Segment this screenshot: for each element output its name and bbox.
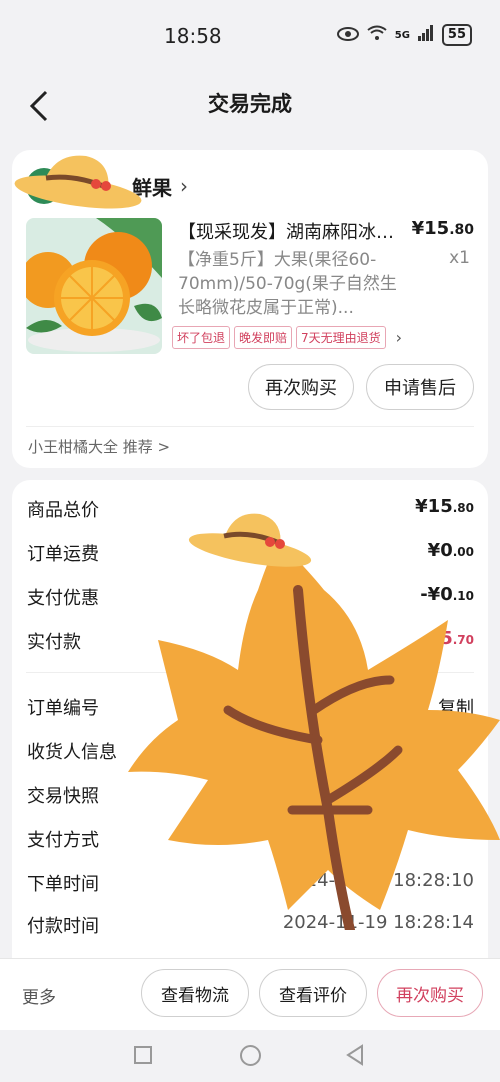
detail-row: 付款时间 2024-11-19 18:28:14 — [27, 912, 474, 942]
product-quantity: x1 — [449, 248, 470, 268]
view-logistics-button[interactable]: 查看物流 — [141, 969, 249, 1017]
order-product-card: 君諾果业 鲜果 › 【现采现发】湖南麻阳冰糖橙 ¥15.80 【净重5斤】大果(… — [12, 150, 488, 468]
recent-apps-icon[interactable] — [134, 1046, 152, 1064]
detail-label: 收货人信息 — [27, 742, 117, 763]
divider — [26, 672, 474, 673]
summary-label: 实付款 — [27, 632, 81, 653]
detail-row: 订单编号 复制 — [27, 694, 474, 724]
detail-row[interactable]: 交易快照 — [27, 782, 474, 812]
shop-avatar: 君諾果业 — [26, 168, 62, 204]
copy-button[interactable]: 复制 — [438, 694, 474, 720]
product-title[interactable]: 【现采现发】湖南麻阳冰糖橙 — [178, 218, 404, 244]
page-title: 交易完成 — [208, 92, 292, 116]
summary-label: 订单运费 — [27, 544, 99, 565]
wifi-icon — [367, 25, 387, 45]
summary-row: 实付款 5.70 — [27, 628, 474, 658]
rebuy-primary-button[interactable]: 再次购买 — [377, 969, 483, 1017]
home-icon[interactable] — [240, 1045, 261, 1066]
network-label: 5G — [394, 29, 410, 41]
order-time: 2024-11-19 18:28:10 — [282, 870, 474, 891]
detail-label: 付款时间 — [27, 916, 99, 937]
detail-row[interactable]: 收货人信息 — [27, 738, 474, 768]
service-tags[interactable]: 坏了包退 晚发即赔 7天无理由退货 › — [172, 326, 402, 349]
detail-label: 订单编号 — [27, 698, 99, 719]
summary-value: ¥0.00 — [427, 540, 474, 561]
detail-label: 交易快照 — [27, 786, 99, 807]
after-sale-button[interactable]: 申请售后 — [366, 364, 474, 410]
order-summary-card: 商品总价 ¥15.80 订单运费 ¥0.00 支付优惠 -¥0.10 实付款 5… — [12, 480, 488, 980]
chevron-right-icon: › — [180, 174, 188, 198]
product-price: ¥15.80 — [411, 218, 474, 239]
detail-row: 下单时间 2024-11-19 18:28:10 — [27, 870, 474, 900]
summary-row: 支付优惠 -¥0.10 — [27, 584, 474, 614]
more-button[interactable]: 更多 — [22, 983, 56, 1008]
payment-time: 2024-11-19 18:28:14 — [282, 912, 474, 933]
detail-label: 支付方式 — [27, 830, 99, 851]
signal-icon — [417, 25, 434, 45]
product-spec: 【净重5斤】大果(果径60-70mm)/50-70g(果子自然生长略微花皮属于正… — [178, 250, 397, 318]
status-time: 18:58 — [164, 24, 222, 48]
summary-row: 订单运费 ¥0.00 — [27, 540, 474, 570]
summary-value: -¥0.10 — [420, 584, 474, 605]
rebuy-button[interactable]: 再次购买 — [248, 364, 354, 410]
service-tag: 晚发即赔 — [234, 326, 293, 349]
product-image[interactable] — [26, 218, 162, 354]
summary-row: 商品总价 ¥15.80 — [27, 496, 474, 526]
summary-label: 支付优惠 — [27, 588, 99, 609]
detail-row: 支付方式 — [27, 826, 474, 856]
summary-label: 商品总价 — [27, 500, 99, 521]
status-bar: 18:58 5G 55 — [0, 0, 500, 72]
eye-icon — [336, 26, 359, 45]
status-icons: 5G 55 — [336, 24, 472, 46]
system-navigation-bar — [0, 1030, 500, 1082]
summary-value: ¥15.80 — [415, 496, 474, 517]
chevron-right-icon: › — [395, 328, 403, 347]
bottom-action-bar: 更多 查看物流 查看评价 再次购买 — [0, 958, 500, 1030]
divider — [26, 426, 474, 427]
recommend-link[interactable]: 小王柑橘大全 推荐 > — [28, 436, 170, 457]
service-tag: 坏了包退 — [172, 326, 231, 349]
battery-icon: 55 — [441, 24, 472, 46]
shop-link[interactable]: 君諾果业 鲜果 › — [26, 168, 188, 204]
view-review-button[interactable]: 查看评价 — [259, 969, 367, 1017]
back-icon[interactable] — [344, 1044, 366, 1070]
service-tag: 7天无理由退货 — [296, 326, 386, 349]
paid-amount: 5.70 — [440, 628, 474, 649]
detail-label: 下单时间 — [27, 874, 99, 895]
navigation-header: 交易完成 — [0, 72, 500, 142]
shop-name: 鲜果 — [132, 175, 172, 200]
